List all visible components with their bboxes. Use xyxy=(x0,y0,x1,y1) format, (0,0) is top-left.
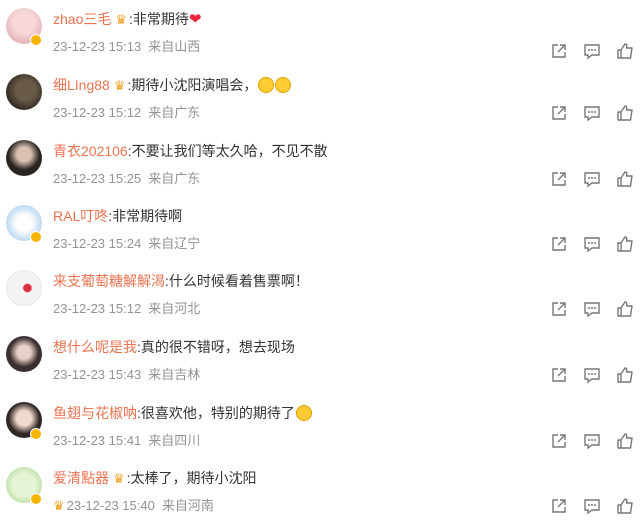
comment-icon[interactable] xyxy=(583,497,601,515)
comment-meta: 23-12-23 15:12 来自广东 xyxy=(53,104,200,122)
forward-icon[interactable] xyxy=(550,104,568,122)
comment-time: 23-12-23 15:25 xyxy=(53,171,142,186)
comment-text: :非常期待啊 xyxy=(108,208,183,224)
comment-icon[interactable] xyxy=(583,432,601,450)
comment-item: RAL叮咚:非常期待啊 23-12-23 15:24 来自辽宁 xyxy=(0,205,640,269)
crown-badge-icon: ♛ xyxy=(115,12,128,27)
verified-badge-icon xyxy=(30,428,42,440)
avatar[interactable] xyxy=(6,336,42,372)
smile-emoji-icon xyxy=(258,77,275,93)
crown-badge-icon: ♛ xyxy=(113,78,126,93)
username-link[interactable]: 想什么呢是我 xyxy=(53,339,137,355)
comment-content: 来支葡萄糖解解渴:什么时候看着售票啊！ xyxy=(53,270,309,292)
forward-icon[interactable] xyxy=(550,366,568,384)
crown-badge-icon: ♛ xyxy=(113,471,125,486)
comment-meta: ♛ 23-12-23 15:40 来自河南 xyxy=(53,497,214,515)
like-icon[interactable] xyxy=(616,235,634,253)
smile-emoji-icon xyxy=(295,405,312,421)
comment-source: 来自辽宁 xyxy=(148,236,201,251)
forward-icon[interactable] xyxy=(550,497,568,515)
username-link[interactable]: 细LIng88 xyxy=(53,77,110,93)
comment-item: zhao三毛 ♛:非常期待❤ 23-12-23 15:13 来自山西 xyxy=(0,8,640,72)
comment-content: 想什么呢是我:真的很不错呀，想去现场 xyxy=(53,336,295,358)
comment-time: 23-12-23 15:12 xyxy=(53,301,142,316)
comment-icon[interactable] xyxy=(583,300,601,318)
username-link[interactable]: 青衣202106 xyxy=(53,143,128,159)
forward-icon[interactable] xyxy=(550,235,568,253)
comment-content: RAL叮咚:非常期待啊 xyxy=(53,205,182,227)
comment-icon[interactable] xyxy=(583,42,601,60)
comment-source: 来自河南 xyxy=(161,498,214,513)
comment-text: :非常期待 xyxy=(129,11,189,27)
username-link[interactable]: 爱清點器 xyxy=(53,470,109,486)
like-icon[interactable] xyxy=(616,42,634,60)
like-icon[interactable] xyxy=(616,170,634,188)
comment-source: 来自河北 xyxy=(148,301,201,316)
avatar[interactable] xyxy=(6,270,42,306)
comment-item: 爱清點器 ♛:太棒了，期待小沈阳 ♛ 23-12-23 15:40 来自河南 xyxy=(0,467,640,531)
smile-emoji-icon xyxy=(275,77,292,93)
comment-meta: 23-12-23 15:24 来自辽宁 xyxy=(53,235,200,253)
forward-icon[interactable] xyxy=(550,42,568,60)
comment-item: 来支葡萄糖解解渴:什么时候看着售票啊！ 23-12-23 15:12 来自河北 xyxy=(0,270,640,334)
comment-content: 鱼翅与花椒呐:很喜欢他，特别的期待了 xyxy=(53,402,312,424)
verified-badge-icon xyxy=(30,34,42,46)
comment-icon[interactable] xyxy=(583,235,601,253)
comment-icon[interactable] xyxy=(583,104,601,122)
comment-source: 来自吉林 xyxy=(148,367,201,382)
comment-meta: 23-12-23 15:43 来自吉林 xyxy=(53,366,200,384)
comment-meta: 23-12-23 15:13 来自山西 xyxy=(53,38,200,56)
comment-content: 青衣202106:不要让我们等太久哈，不见不散 xyxy=(53,140,328,162)
comment-item: 鱼翅与花椒呐:很喜欢他，特别的期待了 23-12-23 15:41 来自四川 xyxy=(0,402,640,466)
comment-time: 23-12-23 15:40 xyxy=(66,498,155,513)
comment-content: 细LIng88 ♛:期待小沈阳演唱会， xyxy=(53,74,292,96)
comment-icon[interactable] xyxy=(583,170,601,188)
comment-text: :不要让我们等太久哈，不见不散 xyxy=(127,143,328,159)
avatar[interactable] xyxy=(6,140,42,176)
comment-item: 想什么呢是我:真的很不错呀，想去现场 23-12-23 15:43 来自吉林 xyxy=(0,336,640,400)
username-link[interactable]: 来支葡萄糖解解渴 xyxy=(53,273,165,289)
comment-text: :期待小沈阳演唱会， xyxy=(127,77,258,93)
like-icon[interactable] xyxy=(616,497,634,515)
username-link[interactable]: zhao三毛 xyxy=(53,11,111,27)
comment-time: 23-12-23 15:24 xyxy=(53,236,142,251)
comment-source: 来自山西 xyxy=(148,39,201,54)
verified-badge-icon xyxy=(30,231,42,243)
username-link[interactable]: 鱼翅与花椒呐 xyxy=(53,405,137,421)
comment-text: :太棒了，期待小沈阳 xyxy=(126,470,257,486)
comment-content: 爱清點器 ♛:太棒了，期待小沈阳 xyxy=(53,467,257,489)
comment-source: 来自广东 xyxy=(148,171,201,186)
comment-source: 来自广东 xyxy=(148,105,201,120)
comment-text: :什么时候看着售票啊！ xyxy=(165,273,309,289)
heart-icon: ❤ xyxy=(188,11,202,28)
comment-source: 来自四川 xyxy=(148,433,201,448)
comment-time: 23-12-23 15:43 xyxy=(53,367,142,382)
like-icon[interactable] xyxy=(616,104,634,122)
like-icon[interactable] xyxy=(616,366,634,384)
comment-list: zhao三毛 ♛:非常期待❤ 23-12-23 15:13 来自山西 细LIng88… xyxy=(0,0,640,518)
comment-meta: 23-12-23 15:41 来自四川 xyxy=(53,432,200,450)
comment-content: zhao三毛 ♛:非常期待❤ xyxy=(53,8,201,30)
comment-text: :很喜欢他，特别的期待了 xyxy=(137,405,295,421)
comment-item: 细LIng88 ♛:期待小沈阳演唱会， 23-12-23 15:12 来自广东 xyxy=(0,74,640,138)
verified-badge-icon xyxy=(30,493,42,505)
forward-icon[interactable] xyxy=(550,300,568,318)
like-icon[interactable] xyxy=(616,300,634,318)
comment-meta: 23-12-23 15:12 来自河北 xyxy=(53,300,200,318)
comment-item: 青衣202106:不要让我们等太久哈，不见不散 23-12-23 15:25 来自… xyxy=(0,140,640,204)
like-icon[interactable] xyxy=(616,432,634,450)
username-link[interactable]: RAL叮咚 xyxy=(53,208,108,224)
comment-meta: 23-12-23 15:25 来自广东 xyxy=(53,170,200,188)
comment-time: 23-12-23 15:41 xyxy=(53,433,142,448)
avatar[interactable] xyxy=(6,74,42,110)
comment-text: :真的很不错呀，想去现场 xyxy=(137,339,295,355)
comment-time: 23-12-23 15:12 xyxy=(53,105,142,120)
crown-badge-icon: ♛ xyxy=(53,498,65,513)
comment-time: 23-12-23 15:13 xyxy=(53,39,142,54)
comment-icon[interactable] xyxy=(583,366,601,384)
forward-icon[interactable] xyxy=(550,170,568,188)
forward-icon[interactable] xyxy=(550,432,568,450)
